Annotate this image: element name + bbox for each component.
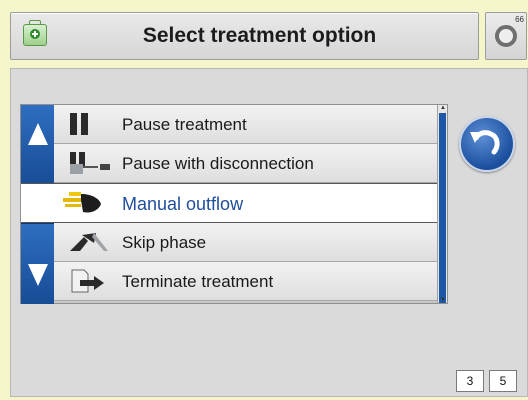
- settings-button[interactable]: 66: [485, 12, 527, 60]
- triangle-up-icon: [28, 123, 48, 145]
- list-item-manual-outflow[interactable]: Manual outflow: [21, 183, 437, 223]
- treatment-options-list: Pause treatment Pause with disconnection…: [20, 104, 448, 304]
- terminate-icon: [71, 269, 104, 293]
- list-item-label: Manual outflow: [122, 194, 244, 214]
- settings-ring-icon: [495, 25, 517, 47]
- scroll-down-button[interactable]: [21, 223, 54, 304]
- back-button[interactable]: [459, 116, 515, 172]
- page-title: Select treatment option: [142, 24, 377, 47]
- screen: Select treatment option 66 Pause treatme…: [0, 0, 528, 400]
- pause-icon: [70, 113, 88, 135]
- list-item-skip-phase[interactable]: Skip phase: [54, 223, 437, 262]
- list-item-label: Pause treatment: [122, 115, 247, 134]
- header-bar: Select treatment option: [10, 12, 479, 60]
- list-item-label: Pause with disconnection: [122, 154, 314, 173]
- list-item-label: Skip phase: [122, 233, 207, 252]
- hand-outflow-icon: [63, 192, 101, 213]
- scrollbar-thumb[interactable]: [439, 113, 446, 303]
- scrollbar-down-arrow-icon: ▼: [440, 297, 446, 303]
- list-item-pause-treatment[interactable]: Pause treatment: [54, 105, 437, 144]
- list-item-terminate-treatment[interactable]: Terminate treatment: [54, 262, 437, 301]
- list-scrollbar[interactable]: ▲ ▼: [437, 105, 447, 303]
- skip-phase-icon: [70, 233, 108, 251]
- scrollbar-up-arrow-icon: ▲: [440, 105, 446, 111]
- page-current: 3: [456, 370, 484, 392]
- corner-number: 66: [515, 15, 524, 24]
- scroll-up-button[interactable]: [21, 105, 54, 186]
- triangle-down-icon: [28, 264, 48, 286]
- page-total: 5: [489, 370, 517, 392]
- undo-arrow-icon: [470, 130, 500, 155]
- pause-disconnect-icon: [70, 152, 110, 174]
- medical-kit-icon: [23, 20, 47, 46]
- list-item-pause-with-disconnection[interactable]: Pause with disconnection: [54, 144, 437, 183]
- list-item-label: Terminate treatment: [122, 272, 274, 291]
